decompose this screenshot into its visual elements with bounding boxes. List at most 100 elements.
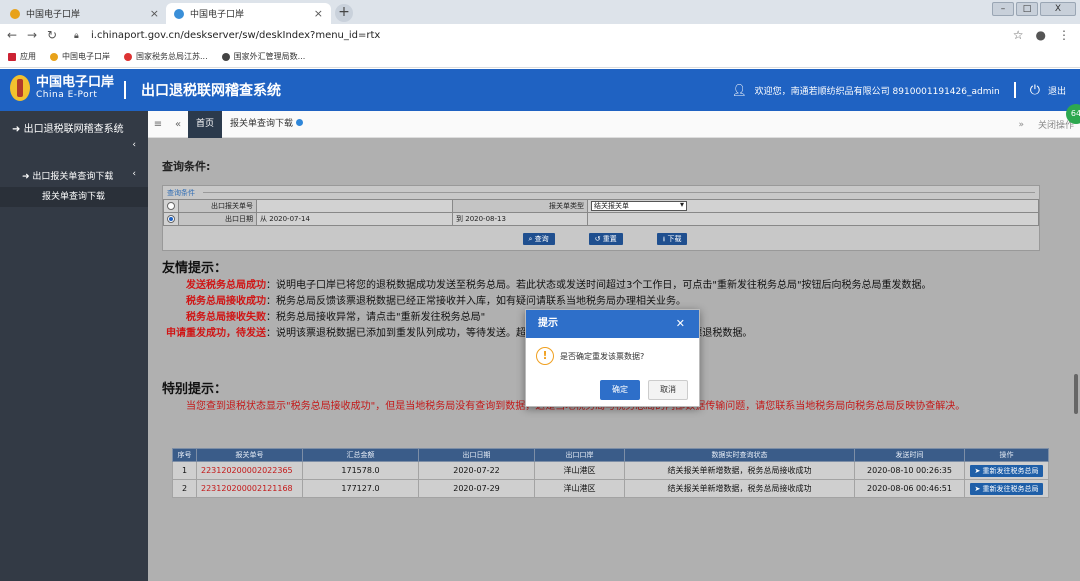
- header-user-area: 👤︎ 欢迎您，南通若顺纺织品有限公司 8910001191426_admin ⏻…: [731, 82, 1066, 98]
- confirm-button[interactable]: 确定: [600, 380, 640, 400]
- cell-decl-no[interactable]: 223120200002121168: [196, 479, 303, 498]
- sidebar-item-main[interactable]: ➜ 出口退税联网稽查系统 ‹: [0, 111, 148, 155]
- tab-query-download[interactable]: 报关单查询下载: [222, 111, 311, 138]
- site-favicon-icon: [10, 8, 20, 19]
- bookmark-apps[interactable]: 应用: [8, 51, 36, 62]
- url-field[interactable]: 🔒︎ i.chinaport.gov.cn/deskserver/sw/desk…: [74, 30, 380, 41]
- table-row: 1 223120200002022365 171578.0 2020-07-22…: [172, 461, 1049, 480]
- double-chevron-left-icon[interactable]: «: [168, 119, 188, 130]
- tab-label: 报关单查询下载: [230, 118, 294, 129]
- search-button[interactable]: ⌕ 查询: [522, 233, 555, 245]
- cell-index: 2: [172, 479, 197, 498]
- date-from-cell[interactable]: 从 2020-07-14: [256, 212, 453, 226]
- app-header: 中国电子口岸 China E-Port 出口退税联网稽查系统 👤︎ 欢迎您，南通…: [0, 69, 1080, 111]
- double-chevron-right-icon[interactable]: »: [1018, 120, 1024, 130]
- date-from-input[interactable]: 2020-07-14: [269, 215, 310, 223]
- minimize-button[interactable]: –: [992, 2, 1014, 16]
- site-favicon-icon: [174, 8, 184, 19]
- bookmark-label: 中国电子口岸: [62, 52, 110, 61]
- system-title: 出口退税联网稽查系统: [141, 83, 281, 99]
- url-text: i.chinaport.gov.cn/deskserver/sw/deskInd…: [91, 29, 381, 41]
- radio-decl-no[interactable]: [167, 202, 175, 210]
- resend-label: 重新发往税务总局: [982, 466, 1039, 475]
- download-label: 下载: [667, 235, 682, 243]
- cell-amount: 171578.0: [302, 461, 419, 480]
- reload-icon[interactable]: ↻: [44, 28, 60, 42]
- tab-home[interactable]: 首页: [188, 110, 223, 138]
- close-icon[interactable]: ×: [150, 7, 159, 20]
- search-icon: ⌕: [528, 235, 533, 243]
- site-favicon-icon: [124, 52, 132, 61]
- new-tab-button[interactable]: +: [335, 4, 353, 22]
- welcome-text: 欢迎您，南通若顺纺织品有限公司 8910001191426_admin: [754, 86, 1000, 97]
- lock-icon: 🔒︎: [74, 30, 79, 41]
- decl-type-select[interactable]: 结关报关单: [591, 201, 687, 211]
- sidebar-item-sub[interactable]: ➜ 出口报关单查询下载 ‹: [0, 155, 148, 187]
- cell-port: 洋山港区: [534, 479, 625, 498]
- query-table: 出口报关单号 报关单类型 结关报关单 出口日期 从 2020-07-14 到 2…: [163, 199, 1039, 226]
- user-icon: 👤︎: [731, 83, 747, 97]
- back-arrow-icon[interactable]: ←: [4, 28, 20, 42]
- star-icon[interactable]: ☆: [1013, 28, 1024, 42]
- forward-arrow-icon[interactable]: →: [24, 28, 40, 42]
- power-icon[interactable]: ⏻: [1030, 83, 1040, 98]
- cell-amount: 177127.0: [302, 479, 419, 498]
- tip-key: 税务总局接收失败: [186, 312, 266, 323]
- scrollbar[interactable]: [1074, 374, 1078, 414]
- col-header: 序号: [172, 448, 197, 462]
- date-to-input[interactable]: 2020-08-13: [465, 215, 506, 223]
- cell-index: 1: [172, 461, 197, 480]
- menu-toggle-icon[interactable]: ≡: [148, 119, 168, 130]
- logout-link[interactable]: 退出: [1048, 84, 1066, 97]
- browser-tab-active[interactable]: 中国电子口岸 ×: [166, 3, 331, 24]
- resend-button[interactable]: ➤ 重新发往税务总局: [970, 464, 1043, 477]
- globe-icon: [221, 52, 230, 61]
- download-button[interactable]: ⭳ 下载: [656, 233, 688, 245]
- radio-export-date[interactable]: [167, 215, 175, 223]
- sidebar-item-query-download[interactable]: 报关单查询下载: [0, 187, 148, 207]
- cell-status: 结关报关单新增数据，税务总局接收成功: [624, 479, 855, 498]
- tips-title: 友情提示：: [162, 261, 228, 276]
- tip-row: 税务总局接收成功 ：税务总局反馈该票退税数据已经正常接收并入库，如有疑问请联系当地…: [162, 296, 1032, 307]
- send-icon: ➤: [974, 484, 981, 493]
- tip-key: 发送税务总局成功: [186, 280, 266, 291]
- bookmark-chinaport[interactable]: 中国电子口岸: [50, 51, 110, 62]
- search-label: 查询: [534, 235, 549, 243]
- label-decl-no: 出口报关单号: [178, 199, 257, 213]
- window-close-button[interactable]: X: [1040, 2, 1076, 16]
- bookmark-label: 国家外汇管理局数...: [233, 52, 306, 61]
- date-to-cell[interactable]: 到 2020-08-13: [452, 212, 588, 226]
- logo-en: China E-Port: [36, 89, 98, 100]
- reset-button[interactable]: ↺ 重置: [588, 233, 623, 245]
- query-legend: 查询条件: [167, 189, 195, 197]
- warning-icon: !: [536, 347, 554, 365]
- cell-sent-time: 2020-08-06 00:46:51: [854, 479, 965, 498]
- site-favicon-icon: [50, 52, 58, 61]
- tab-close-icon[interactable]: [296, 118, 304, 126]
- dialog-close-icon[interactable]: ✕: [676, 310, 685, 338]
- account-icon[interactable]: ●: [1036, 28, 1046, 42]
- sign-in-icon: ➜: [12, 124, 21, 135]
- bookmark-tax[interactable]: 国家税务总局江苏...: [124, 51, 208, 62]
- col-header: 数据实时查询状态: [624, 448, 855, 462]
- close-icon[interactable]: ×: [314, 7, 323, 20]
- cell-decl-no[interactable]: 223120200002022365: [196, 461, 303, 480]
- cell-port: 洋山港区: [534, 461, 625, 480]
- label-decl-type: 报关单类型: [452, 199, 588, 213]
- table-header-row: 序号 报关单号 汇总金额 出口日期 出口口岸 数据实时查询状态 发送时间 操作: [172, 448, 1049, 462]
- dialog-message: 是否确定重发该票数据?: [560, 351, 645, 361]
- notification-badge[interactable]: 64: [1066, 104, 1080, 124]
- menu-dots-icon[interactable]: ⋮: [1058, 28, 1070, 42]
- bookmark-forex[interactable]: 国家外汇管理局数...: [221, 51, 306, 62]
- resend-button[interactable]: ➤ 重新发往税务总局: [970, 482, 1043, 495]
- to-label: 到: [456, 215, 463, 223]
- cancel-button[interactable]: 取消: [648, 380, 688, 400]
- cell-sent-time: 2020-08-10 00:26:35: [854, 461, 965, 480]
- maximize-button[interactable]: □: [1016, 2, 1038, 16]
- dialog-header: 提示 ✕: [526, 310, 699, 338]
- dialog-title: 提示: [538, 318, 558, 329]
- browser-tab[interactable]: 中国电子口岸 ×: [2, 3, 167, 24]
- send-icon: ➤: [974, 466, 981, 475]
- header-divider: [1013, 82, 1016, 98]
- decl-no-input[interactable]: [256, 199, 453, 213]
